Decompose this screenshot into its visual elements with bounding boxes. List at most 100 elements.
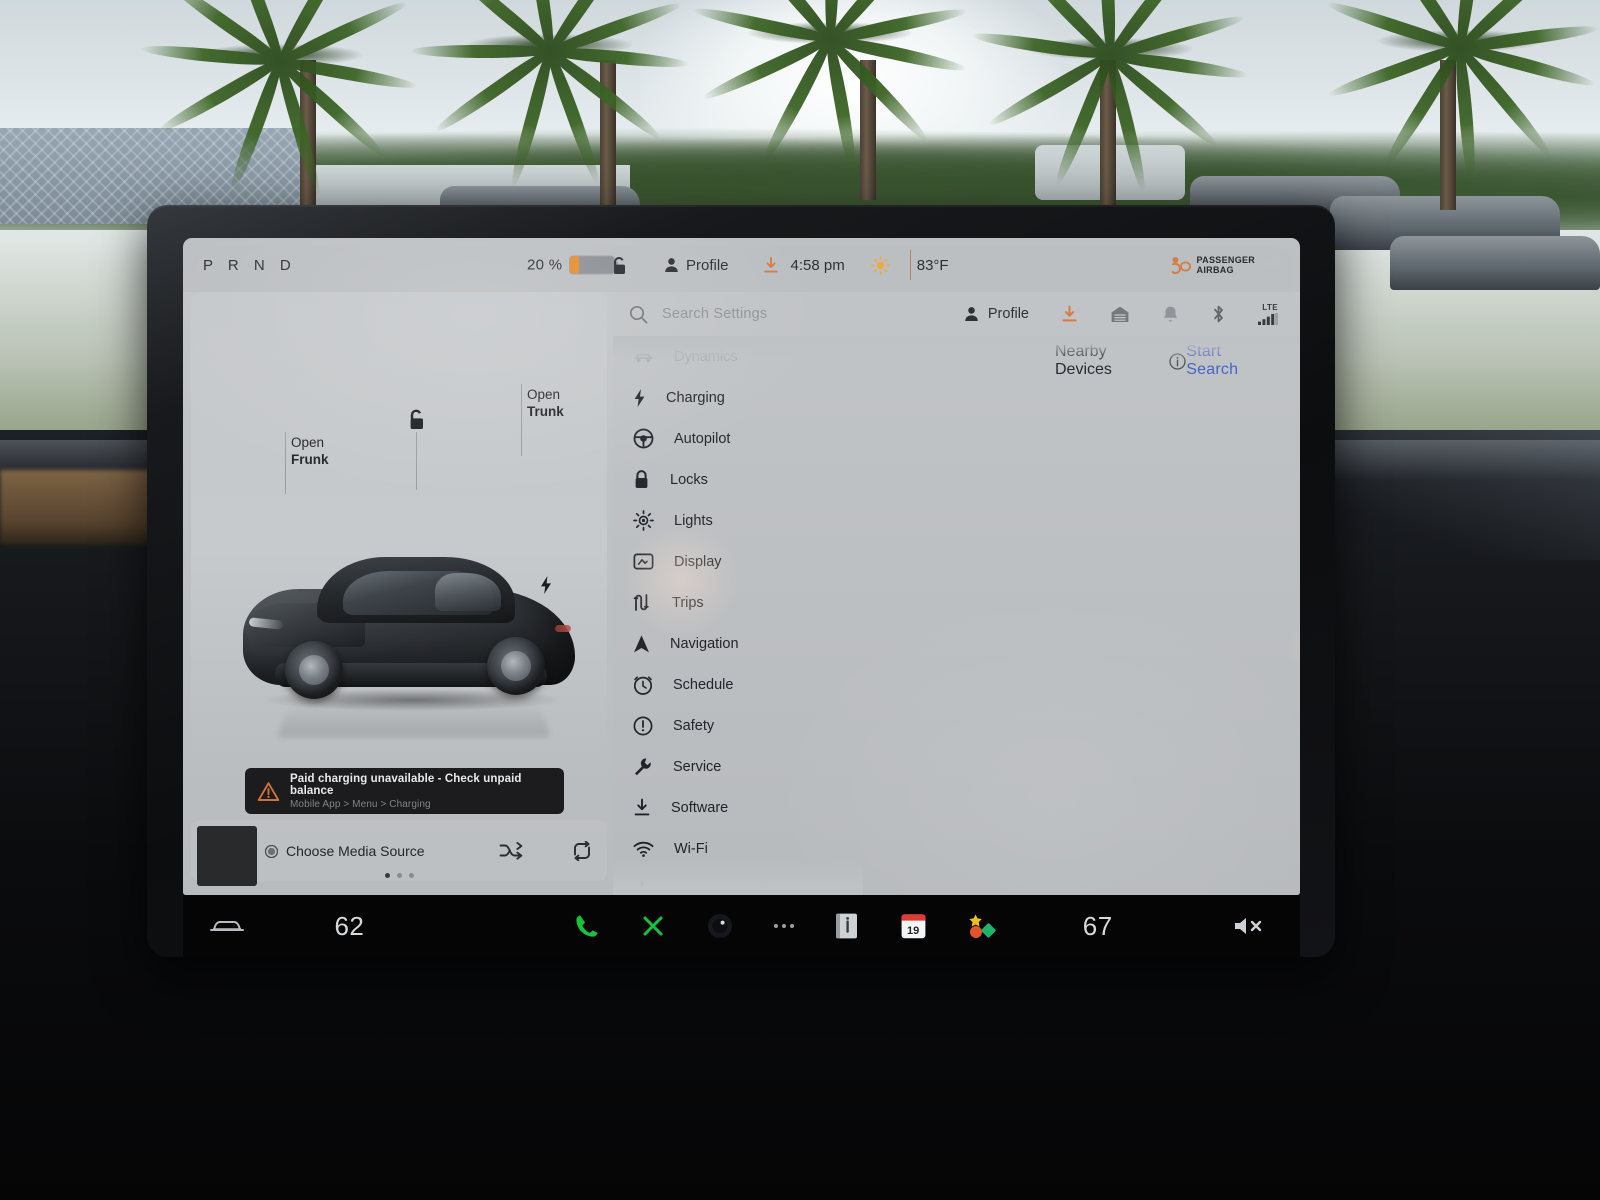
settings-item-charging[interactable]: Charging — [613, 377, 863, 418]
page-dot[interactable] — [408, 873, 414, 878]
shuffle-icon[interactable] — [499, 842, 523, 860]
sun-icon — [870, 255, 890, 275]
settings-item-display[interactable]: Display — [613, 541, 863, 582]
choose-media-source-label: Choose Media Source — [286, 843, 425, 859]
camera-icon[interactable] — [706, 912, 734, 940]
toybox-icon[interactable] — [967, 912, 997, 940]
airbag-line2: AIRBAG — [1196, 265, 1234, 275]
vehicle-render[interactable] — [239, 537, 589, 737]
bluetooth-icon[interactable] — [1211, 304, 1226, 324]
settings-item-wifi[interactable]: Wi-Fi — [613, 828, 863, 869]
settings-profile-button[interactable]: Profile — [964, 306, 1029, 322]
open-trunk-line2: Trunk — [527, 404, 564, 419]
page-dot[interactable] — [396, 873, 402, 878]
settings-item-label: Navigation — [670, 635, 739, 652]
bluetooth-disconnected-icon[interactable] — [640, 913, 666, 939]
vehicle-rear-wheel — [487, 637, 545, 695]
status-divider — [909, 250, 911, 280]
media-player[interactable]: Choose Media Source — [191, 820, 607, 886]
lock-leader-line — [416, 432, 417, 490]
parked-car-d — [1390, 236, 1600, 290]
outside-temperature: 83°F — [916, 256, 949, 274]
cellular-signal-icon[interactable]: LTE — [1258, 303, 1278, 325]
charge-port-bolt-icon[interactable] — [539, 575, 553, 595]
settings-item-software[interactable]: Software — [613, 787, 863, 828]
settings-profile-label: Profile — [987, 306, 1029, 322]
palm-canopy — [139, 0, 420, 198]
choose-media-source-button[interactable]: Choose Media Source — [265, 843, 425, 859]
open-frunk-line2: Frunk — [291, 452, 329, 467]
software-download-icon[interactable] — [763, 256, 779, 274]
settings-toolbar: Profile LTE — [964, 303, 1278, 325]
page-indicator-dots — [191, 873, 607, 878]
vehicle-reflection — [279, 697, 549, 737]
battery-fill — [570, 256, 580, 274]
settings-item-autopilot[interactable]: Autopilot — [613, 418, 863, 459]
profile-status-button[interactable]: Profile — [664, 257, 729, 274]
exclamation-circle-icon — [633, 716, 653, 736]
settings-item-lights[interactable]: Lights — [613, 500, 863, 541]
passenger-temperature-button[interactable]: 67 — [997, 911, 1199, 942]
page-dot[interactable] — [384, 873, 390, 878]
phone-icon[interactable] — [574, 913, 600, 939]
settings-item-dynamics[interactable]: Dynamics — [613, 336, 863, 377]
chevron-more-icon — [633, 881, 651, 896]
settings-item-locks[interactable]: Locks — [613, 459, 863, 500]
battery-indicator[interactable]: 20 % — [527, 256, 619, 274]
open-frunk-label[interactable]: Open Frunk — [291, 434, 329, 468]
gear-indicator: P R N D — [203, 256, 297, 274]
settings-item-safety[interactable]: Safety — [613, 705, 863, 746]
bell-icon[interactable] — [1162, 305, 1179, 324]
settings-item-label: Software — [671, 799, 729, 816]
calendar-icon[interactable]: 19 — [900, 912, 927, 940]
vehicle-taillight — [555, 625, 571, 632]
clock-time[interactable]: 4:58 pm — [791, 257, 845, 274]
palm-canopy — [1324, 0, 1600, 188]
open-trunk-line1: Open — [527, 387, 561, 402]
airbag-text: PASSENGER AIRBAG — [1197, 255, 1256, 275]
info-circle-icon[interactable] — [1169, 352, 1186, 370]
tesla-touchscreen[interactable]: P R N D 20 % Profile 4:58 pm 83°F PASSEN… — [183, 238, 1300, 895]
lightbulb-icon — [633, 510, 654, 531]
unlocked-padlock-icon[interactable] — [611, 256, 628, 275]
vehicle-front-wheel — [285, 641, 343, 699]
start-search-button[interactable]: Start Search — [1186, 343, 1272, 379]
passenger-airbag-indicator: PASSENGER AIRBAG OFF — [1169, 255, 1280, 275]
suspension-icon — [633, 350, 654, 364]
settings-item-label: Schedule — [673, 676, 734, 693]
palm-canopy — [410, 0, 691, 189]
media-source-dot-icon — [265, 844, 278, 858]
more-dots-icon[interactable] — [773, 924, 794, 928]
repeat-icon[interactable] — [571, 841, 593, 861]
car-visualization-card[interactable]: Open Frunk Open Trunk Paid charging unav… — [191, 292, 607, 814]
settings-item-label: Lights — [674, 512, 713, 529]
car-controls-button[interactable] — [183, 916, 271, 936]
battery-percent-label: 20 % — [527, 256, 563, 274]
owners-manual-icon[interactable] — [834, 912, 860, 940]
settings-item-trips[interactable]: Trips — [613, 582, 863, 623]
settings-item-navigation[interactable]: Navigation — [613, 623, 863, 664]
search-input[interactable]: Search Settings — [662, 306, 767, 322]
driver-temperature-button[interactable]: 62 — [271, 911, 427, 942]
software-download-icon — [633, 798, 651, 817]
open-trunk-label[interactable]: Open Trunk — [527, 386, 564, 420]
settings-pane: Search Settings Profile LTE Dynamics Cha… — [613, 292, 1300, 895]
garage-door-icon[interactable] — [1110, 305, 1130, 323]
steering-wheel-icon — [633, 428, 654, 449]
unlocked-padlock-icon[interactable] — [407, 408, 427, 431]
volume-muted-button[interactable] — [1199, 914, 1300, 938]
taskbar-app-icons: 19 — [574, 912, 997, 940]
settings-menu[interactable]: Dynamics Charging Autopilot Locks Lights… — [613, 336, 863, 895]
navigation-arrow-icon — [633, 634, 650, 654]
settings-item-next[interactable] — [613, 869, 863, 895]
settings-item-schedule[interactable]: Schedule — [613, 664, 863, 705]
battery-gauge-icon — [570, 256, 619, 274]
software-download-icon[interactable] — [1061, 305, 1078, 323]
charging-alert-toast[interactable]: Paid charging unavailable - Check unpaid… — [245, 768, 564, 814]
settings-item-service[interactable]: Service — [613, 746, 863, 787]
settings-item-label: Wi-Fi — [674, 840, 708, 857]
settings-item-label: Service — [673, 758, 722, 775]
warning-triangle-icon — [257, 781, 280, 802]
screen-glare-reflection — [1277, 589, 1300, 683]
search-icon — [629, 305, 648, 324]
